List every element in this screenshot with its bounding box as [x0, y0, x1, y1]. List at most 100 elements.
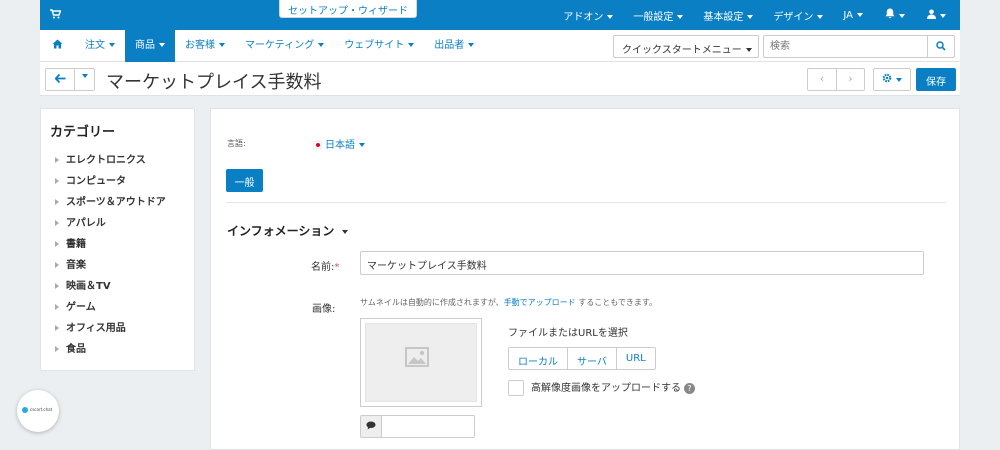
back-dropdown-toggle[interactable]: [74, 69, 94, 90]
chevron-down-icon: [159, 43, 165, 47]
source-url-button[interactable]: URL: [615, 348, 655, 369]
name-label: 名前:*: [311, 262, 340, 273]
name-field[interactable]: マーケットプレイス手数料: [360, 251, 924, 275]
sidebar-heading: カテゴリー: [50, 125, 116, 140]
topnav-language[interactable]: JA: [833, 10, 873, 21]
image-preview: [360, 318, 482, 407]
topnav-addons[interactable]: アドオン: [553, 8, 623, 23]
nav-vendors[interactable]: 出品者: [424, 30, 484, 62]
category-item[interactable]: 書籍: [41, 234, 194, 255]
topnav-basic-settings[interactable]: 基本設定: [693, 8, 763, 23]
image-hint: サムネイルは自動的に作成されますが、手動でアップロード することもできます。: [360, 298, 658, 307]
choose-file-label: ファイルまたはURLを選択: [508, 328, 628, 339]
search-icon: [936, 41, 946, 51]
manual-upload-link[interactable]: 手動でアップロード: [504, 298, 576, 307]
expand-icon: [55, 157, 59, 163]
chevron-down-icon: [940, 13, 946, 18]
search-button[interactable]: [927, 35, 955, 58]
expand-icon: [55, 199, 59, 205]
user-icon: [927, 9, 936, 19]
japan-flag-icon: [313, 141, 322, 149]
notifications-menu[interactable]: [873, 8, 917, 22]
back-arrow-icon[interactable]: [46, 69, 74, 90]
prev-next-group: ‹ ›: [807, 68, 865, 91]
category-item[interactable]: 食品: [41, 339, 194, 360]
settings-dropdown-button[interactable]: [873, 68, 911, 91]
comment-icon: [361, 416, 382, 437]
information-section-toggle[interactable]: インフォメーション: [227, 222, 349, 239]
gear-icon: [882, 73, 892, 83]
nav-products[interactable]: 商品: [125, 30, 175, 62]
chat-widget[interactable]: cscart.chat: [17, 390, 59, 432]
chevron-down-icon: [607, 14, 614, 19]
expand-icon: [55, 304, 59, 310]
expand-icon: [55, 178, 59, 184]
category-item[interactable]: オフィス用品: [41, 318, 194, 339]
source-server-button[interactable]: サーバ: [567, 348, 616, 369]
topnav-design[interactable]: デザイン: [763, 8, 833, 23]
language-label: 言語:: [227, 139, 246, 148]
search-input[interactable]: [763, 35, 928, 58]
nav-marketing[interactable]: マーケティング: [235, 30, 334, 62]
top-bar: セットアップ・ウィザード アドオン 一般設定 基本設定 デザイン JA: [40, 0, 960, 30]
category-item[interactable]: エレクトロニクス: [41, 150, 194, 171]
cart-icon[interactable]: [50, 9, 62, 22]
chat-widget-label: cscart.chat: [30, 407, 53, 412]
expand-icon: [55, 241, 59, 247]
nav-orders[interactable]: 注文: [75, 30, 125, 62]
chevron-down-icon: [468, 43, 475, 47]
image-alt-field[interactable]: [360, 415, 475, 438]
language-selector[interactable]: 日本語: [313, 136, 365, 151]
source-local-button[interactable]: ローカル: [509, 348, 567, 369]
chevron-down-icon: [817, 14, 824, 19]
category-item[interactable]: 映画＆TV: [41, 276, 194, 297]
category-item[interactable]: スポーツ＆アウトドア: [41, 192, 194, 213]
category-item[interactable]: コンピュータ: [41, 171, 194, 192]
chevron-down-icon: [747, 14, 754, 19]
expand-icon: [55, 346, 59, 352]
chevron-down-icon: [109, 43, 115, 47]
chevron-down-icon: [359, 143, 365, 147]
quickstart-menu-button[interactable]: クイックスタートメニュー: [613, 35, 759, 58]
main-nav: 注文 商品 お客様 マーケティング ウェブサイト 出品者 クイックスタートメニュ…: [40, 30, 960, 62]
chevron-down-icon: [408, 43, 415, 47]
chevron-down-icon: [342, 229, 349, 234]
category-item[interactable]: 音楽: [41, 255, 194, 276]
chevron-down-icon: [81, 74, 88, 78]
setup-wizard-button[interactable]: セットアップ・ウィザード: [279, 0, 417, 18]
expand-icon: [55, 262, 59, 268]
hires-upload-option: 高解像度画像をアップロードする?: [508, 379, 695, 396]
chevron-down-icon: [219, 43, 225, 47]
user-menu[interactable]: [917, 9, 960, 22]
tab-general[interactable]: 一般: [226, 169, 263, 192]
nav-customers[interactable]: お客様: [175, 30, 235, 62]
file-source-group: ローカル サーバ URL: [508, 347, 656, 370]
category-sidebar: カテゴリー エレクトロニクス コンピュータ スポーツ＆アウトドア アパレル 書籍…: [40, 108, 195, 371]
image-label: 画像:: [312, 304, 336, 315]
expand-icon: [55, 283, 59, 289]
chevron-left-icon[interactable]: ‹: [808, 69, 836, 90]
top-nav: アドオン 一般設定 基本設定 デザイン JA: [553, 0, 960, 30]
help-icon[interactable]: ?: [684, 382, 695, 394]
nav-website[interactable]: ウェブサイト: [334, 30, 424, 62]
save-button[interactable]: 保存: [916, 68, 956, 91]
chevron-right-icon[interactable]: ›: [836, 69, 864, 90]
home-icon[interactable]: [40, 30, 75, 62]
expand-icon: [55, 325, 59, 331]
main-content: 言語: 日本語 一般 インフォメーション 名前:* マーケットプレイス手数料 画…: [210, 108, 960, 450]
chevron-down-icon: [745, 48, 752, 52]
divider: [226, 202, 946, 203]
chevron-down-icon: [318, 43, 325, 47]
page-title: マーケットプレイス手数料: [106, 72, 322, 93]
back-button-group: [45, 68, 95, 91]
expand-icon: [55, 220, 59, 226]
topnav-general-settings[interactable]: 一般設定: [623, 8, 693, 23]
category-item[interactable]: ゲーム: [41, 297, 194, 318]
chevron-down-icon: [677, 14, 684, 19]
category-item[interactable]: アパレル: [41, 213, 194, 234]
bell-icon: [885, 8, 895, 19]
required-marker: *: [334, 262, 340, 273]
chevron-down-icon: [899, 14, 905, 18]
hires-checkbox[interactable]: [508, 380, 524, 396]
chevron-down-icon: [857, 12, 863, 17]
